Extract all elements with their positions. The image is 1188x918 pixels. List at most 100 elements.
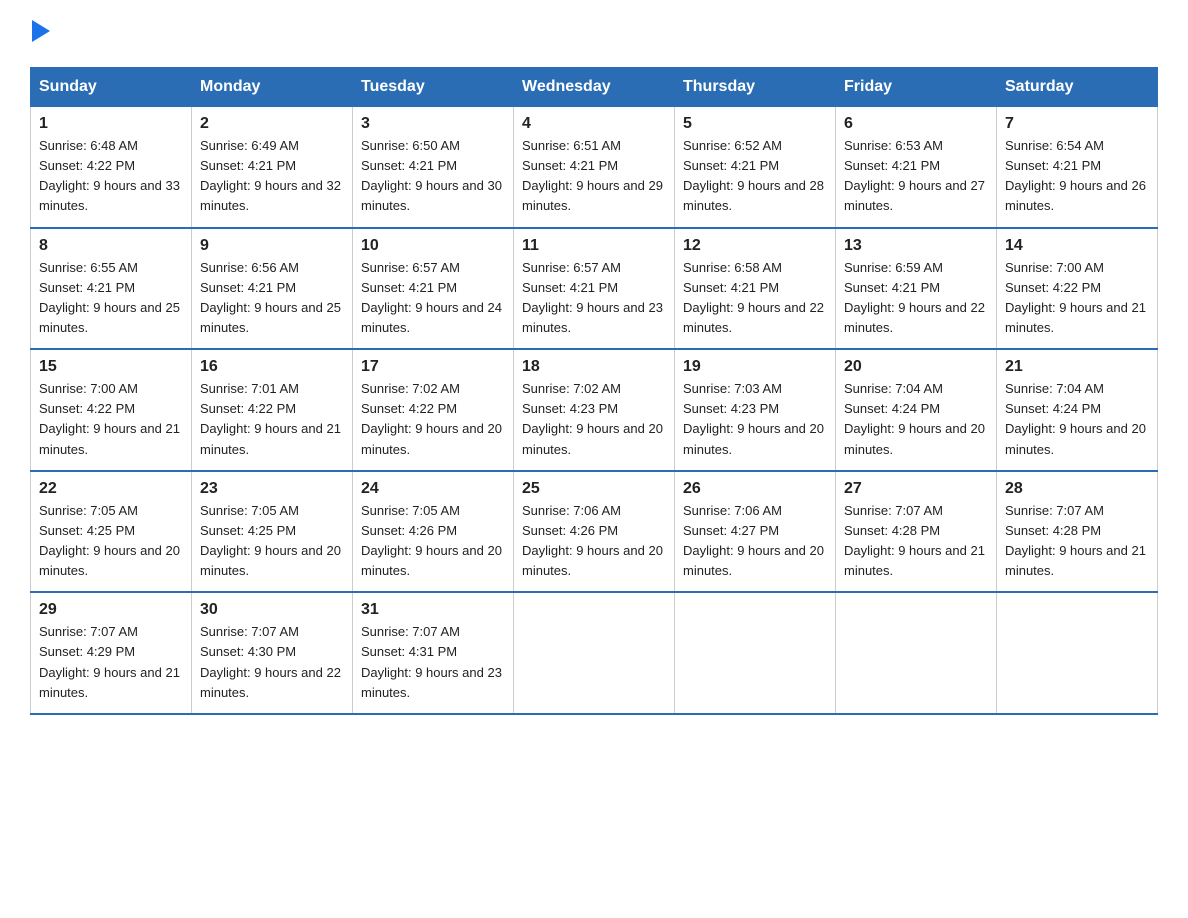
day-number: 20 (844, 358, 988, 376)
day-info: Sunrise: 6:58 AMSunset: 4:21 PMDaylight:… (683, 260, 824, 335)
day-info: Sunrise: 6:48 AMSunset: 4:22 PMDaylight:… (39, 138, 180, 213)
calendar-cell: 10 Sunrise: 6:57 AMSunset: 4:21 PMDaylig… (353, 228, 514, 350)
calendar-table: SundayMondayTuesdayWednesdayThursdayFrid… (30, 67, 1158, 715)
day-info: Sunrise: 7:07 AMSunset: 4:28 PMDaylight:… (844, 503, 985, 578)
day-info: Sunrise: 6:53 AMSunset: 4:21 PMDaylight:… (844, 138, 985, 213)
calendar-week-5: 29 Sunrise: 7:07 AMSunset: 4:29 PMDaylig… (31, 592, 1158, 714)
day-number: 22 (39, 480, 183, 498)
calendar-cell (997, 592, 1158, 714)
day-number: 10 (361, 237, 505, 255)
day-number: 1 (39, 115, 183, 133)
column-header-sunday: Sunday (31, 68, 192, 107)
calendar-cell: 12 Sunrise: 6:58 AMSunset: 4:21 PMDaylig… (675, 228, 836, 350)
calendar-cell: 7 Sunrise: 6:54 AMSunset: 4:21 PMDayligh… (997, 107, 1158, 228)
calendar-cell: 19 Sunrise: 7:03 AMSunset: 4:23 PMDaylig… (675, 349, 836, 471)
calendar-cell: 14 Sunrise: 7:00 AMSunset: 4:22 PMDaylig… (997, 228, 1158, 350)
day-number: 19 (683, 358, 827, 376)
day-number: 6 (844, 115, 988, 133)
day-info: Sunrise: 7:05 AMSunset: 4:25 PMDaylight:… (200, 503, 341, 578)
day-number: 11 (522, 237, 666, 255)
day-info: Sunrise: 7:06 AMSunset: 4:26 PMDaylight:… (522, 503, 663, 578)
day-number: 3 (361, 115, 505, 133)
day-info: Sunrise: 7:07 AMSunset: 4:31 PMDaylight:… (361, 624, 502, 699)
day-number: 28 (1005, 480, 1149, 498)
calendar-cell (675, 592, 836, 714)
day-number: 9 (200, 237, 344, 255)
day-number: 18 (522, 358, 666, 376)
day-info: Sunrise: 6:57 AMSunset: 4:21 PMDaylight:… (522, 260, 663, 335)
day-info: Sunrise: 6:54 AMSunset: 4:21 PMDaylight:… (1005, 138, 1146, 213)
page-header (30, 20, 1158, 47)
calendar-cell: 20 Sunrise: 7:04 AMSunset: 4:24 PMDaylig… (836, 349, 997, 471)
day-info: Sunrise: 6:50 AMSunset: 4:21 PMDaylight:… (361, 138, 502, 213)
day-info: Sunrise: 7:02 AMSunset: 4:23 PMDaylight:… (522, 381, 663, 456)
day-number: 27 (844, 480, 988, 498)
day-info: Sunrise: 7:05 AMSunset: 4:25 PMDaylight:… (39, 503, 180, 578)
day-info: Sunrise: 7:05 AMSunset: 4:26 PMDaylight:… (361, 503, 502, 578)
calendar-cell: 17 Sunrise: 7:02 AMSunset: 4:22 PMDaylig… (353, 349, 514, 471)
calendar-cell: 11 Sunrise: 6:57 AMSunset: 4:21 PMDaylig… (514, 228, 675, 350)
calendar-cell: 3 Sunrise: 6:50 AMSunset: 4:21 PMDayligh… (353, 107, 514, 228)
day-info: Sunrise: 6:55 AMSunset: 4:21 PMDaylight:… (39, 260, 180, 335)
day-info: Sunrise: 7:04 AMSunset: 4:24 PMDaylight:… (844, 381, 985, 456)
day-info: Sunrise: 7:07 AMSunset: 4:30 PMDaylight:… (200, 624, 341, 699)
day-number: 31 (361, 601, 505, 619)
calendar-cell: 30 Sunrise: 7:07 AMSunset: 4:30 PMDaylig… (192, 592, 353, 714)
calendar-cell: 22 Sunrise: 7:05 AMSunset: 4:25 PMDaylig… (31, 471, 192, 593)
column-header-thursday: Thursday (675, 68, 836, 107)
day-number: 21 (1005, 358, 1149, 376)
calendar-cell: 27 Sunrise: 7:07 AMSunset: 4:28 PMDaylig… (836, 471, 997, 593)
day-number: 7 (1005, 115, 1149, 133)
day-info: Sunrise: 6:49 AMSunset: 4:21 PMDaylight:… (200, 138, 341, 213)
day-info: Sunrise: 7:00 AMSunset: 4:22 PMDaylight:… (39, 381, 180, 456)
day-info: Sunrise: 6:52 AMSunset: 4:21 PMDaylight:… (683, 138, 824, 213)
calendar-cell: 9 Sunrise: 6:56 AMSunset: 4:21 PMDayligh… (192, 228, 353, 350)
column-header-saturday: Saturday (997, 68, 1158, 107)
day-info: Sunrise: 7:04 AMSunset: 4:24 PMDaylight:… (1005, 381, 1146, 456)
day-number: 8 (39, 237, 183, 255)
day-info: Sunrise: 7:03 AMSunset: 4:23 PMDaylight:… (683, 381, 824, 456)
calendar-cell: 31 Sunrise: 7:07 AMSunset: 4:31 PMDaylig… (353, 592, 514, 714)
day-number: 4 (522, 115, 666, 133)
calendar-cell: 18 Sunrise: 7:02 AMSunset: 4:23 PMDaylig… (514, 349, 675, 471)
day-info: Sunrise: 7:00 AMSunset: 4:22 PMDaylight:… (1005, 260, 1146, 335)
calendar-cell: 5 Sunrise: 6:52 AMSunset: 4:21 PMDayligh… (675, 107, 836, 228)
calendar-cell: 28 Sunrise: 7:07 AMSunset: 4:28 PMDaylig… (997, 471, 1158, 593)
calendar-cell: 26 Sunrise: 7:06 AMSunset: 4:27 PMDaylig… (675, 471, 836, 593)
calendar-cell: 6 Sunrise: 6:53 AMSunset: 4:21 PMDayligh… (836, 107, 997, 228)
day-number: 14 (1005, 237, 1149, 255)
day-info: Sunrise: 6:59 AMSunset: 4:21 PMDaylight:… (844, 260, 985, 335)
day-info: Sunrise: 6:56 AMSunset: 4:21 PMDaylight:… (200, 260, 341, 335)
calendar-cell (514, 592, 675, 714)
day-info: Sunrise: 6:51 AMSunset: 4:21 PMDaylight:… (522, 138, 663, 213)
calendar-week-4: 22 Sunrise: 7:05 AMSunset: 4:25 PMDaylig… (31, 471, 1158, 593)
calendar-week-1: 1 Sunrise: 6:48 AMSunset: 4:22 PMDayligh… (31, 107, 1158, 228)
calendar-cell: 16 Sunrise: 7:01 AMSunset: 4:22 PMDaylig… (192, 349, 353, 471)
day-number: 29 (39, 601, 183, 619)
logo-arrow-icon (32, 20, 50, 42)
calendar-week-2: 8 Sunrise: 6:55 AMSunset: 4:21 PMDayligh… (31, 228, 1158, 350)
calendar-cell: 13 Sunrise: 6:59 AMSunset: 4:21 PMDaylig… (836, 228, 997, 350)
day-info: Sunrise: 6:57 AMSunset: 4:21 PMDaylight:… (361, 260, 502, 335)
day-number: 5 (683, 115, 827, 133)
day-number: 15 (39, 358, 183, 376)
calendar-cell: 8 Sunrise: 6:55 AMSunset: 4:21 PMDayligh… (31, 228, 192, 350)
calendar-cell: 29 Sunrise: 7:07 AMSunset: 4:29 PMDaylig… (31, 592, 192, 714)
calendar-week-3: 15 Sunrise: 7:00 AMSunset: 4:22 PMDaylig… (31, 349, 1158, 471)
calendar-cell: 23 Sunrise: 7:05 AMSunset: 4:25 PMDaylig… (192, 471, 353, 593)
column-header-friday: Friday (836, 68, 997, 107)
column-header-monday: Monday (192, 68, 353, 107)
day-number: 30 (200, 601, 344, 619)
day-info: Sunrise: 7:07 AMSunset: 4:28 PMDaylight:… (1005, 503, 1146, 578)
calendar-cell: 25 Sunrise: 7:06 AMSunset: 4:26 PMDaylig… (514, 471, 675, 593)
column-header-tuesday: Tuesday (353, 68, 514, 107)
calendar-cell: 21 Sunrise: 7:04 AMSunset: 4:24 PMDaylig… (997, 349, 1158, 471)
calendar-cell (836, 592, 997, 714)
calendar-cell: 2 Sunrise: 6:49 AMSunset: 4:21 PMDayligh… (192, 107, 353, 228)
day-number: 17 (361, 358, 505, 376)
day-info: Sunrise: 7:02 AMSunset: 4:22 PMDaylight:… (361, 381, 502, 456)
calendar-cell: 15 Sunrise: 7:00 AMSunset: 4:22 PMDaylig… (31, 349, 192, 471)
day-number: 13 (844, 237, 988, 255)
day-number: 26 (683, 480, 827, 498)
column-header-wednesday: Wednesday (514, 68, 675, 107)
